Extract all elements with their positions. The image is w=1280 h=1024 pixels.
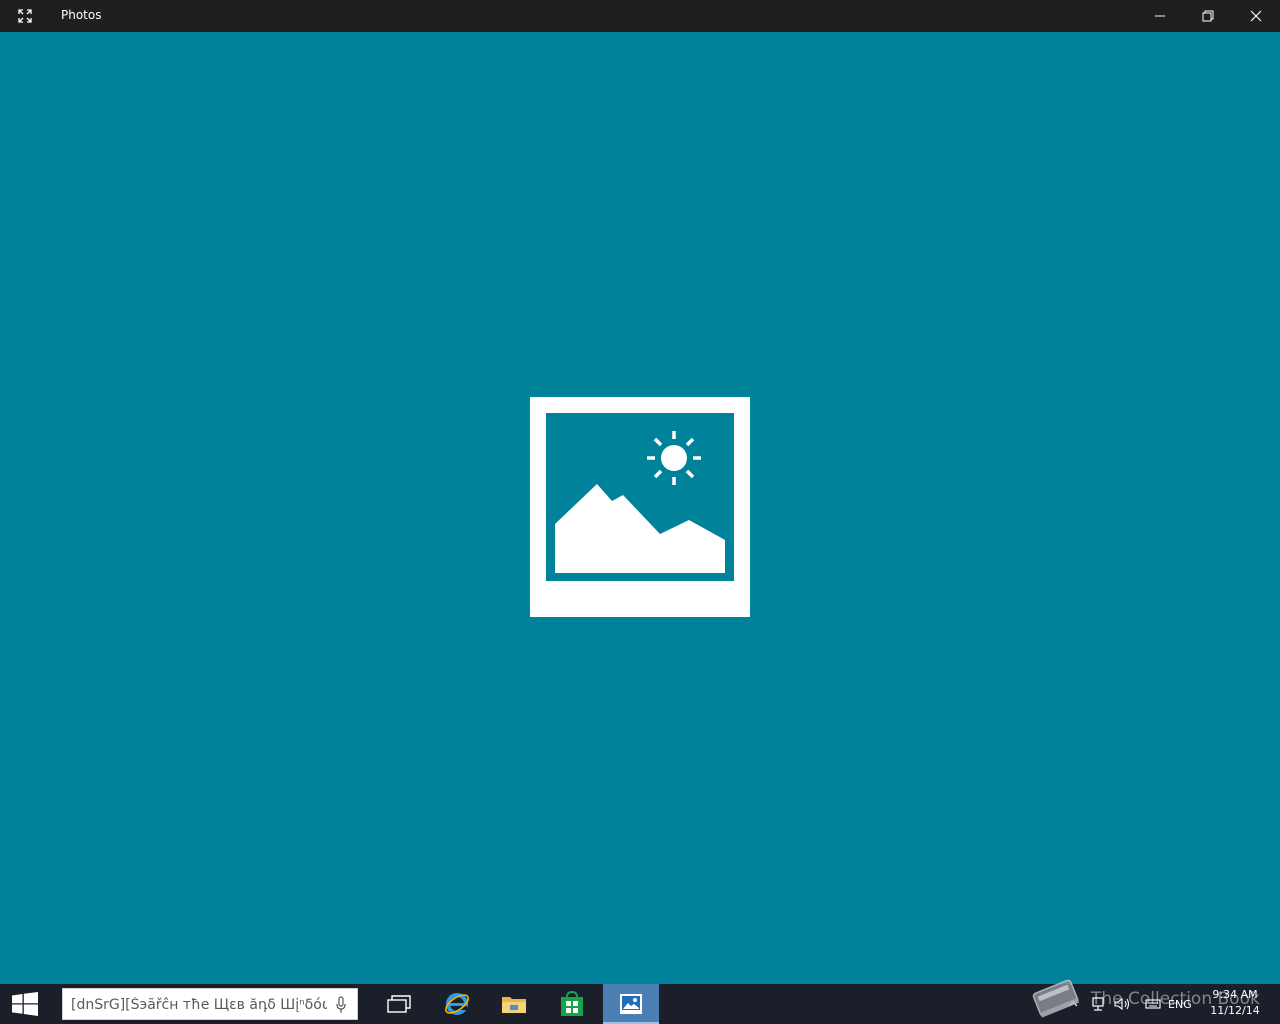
book-watermark-icon bbox=[1032, 979, 1080, 1018]
restore-icon bbox=[1202, 10, 1214, 22]
photos-button[interactable] bbox=[603, 984, 659, 1024]
minimize-button[interactable] bbox=[1136, 0, 1184, 32]
fullscreen-button[interactable] bbox=[12, 6, 38, 26]
title-bar: Photos bbox=[0, 0, 1280, 32]
watermark-text: The Collection Book bbox=[1091, 989, 1260, 1009]
task-view-icon bbox=[387, 995, 411, 1013]
splash-screen bbox=[0, 32, 1280, 984]
close-icon bbox=[1250, 10, 1262, 22]
window-title: Photos bbox=[61, 8, 102, 22]
close-button[interactable] bbox=[1232, 0, 1280, 32]
search-placeholder: [dnSrG][Šэãřĉн тħе Щεв ăդδ Шįⁿδόώŝ bbox=[71, 997, 327, 1013]
minimize-icon bbox=[1155, 15, 1165, 17]
taskbar: [dnSrG][Šэãřĉн тħе Щεв ăդδ Шįⁿδόώŝ ENG 9… bbox=[0, 984, 1280, 1024]
photo-landscape-icon bbox=[530, 397, 750, 617]
store-button[interactable] bbox=[544, 984, 600, 1024]
ie-icon bbox=[445, 993, 469, 1015]
folder-icon bbox=[502, 997, 526, 1013]
task-view-button[interactable] bbox=[371, 984, 427, 1024]
search-input[interactable]: [dnSrG][Šэãřĉн тħе Щεв ăդδ Шįⁿδόώŝ bbox=[62, 988, 358, 1020]
photos-icon bbox=[620, 994, 642, 1014]
restore-button[interactable] bbox=[1184, 0, 1232, 32]
windows-logo-icon bbox=[12, 992, 38, 1016]
start-button[interactable] bbox=[0, 984, 50, 1024]
internet-explorer-button[interactable] bbox=[429, 984, 485, 1024]
fullscreen-icon bbox=[18, 9, 32, 23]
microphone-icon[interactable] bbox=[335, 996, 347, 1014]
store-icon bbox=[561, 991, 583, 1016]
file-explorer-button[interactable] bbox=[486, 984, 542, 1024]
